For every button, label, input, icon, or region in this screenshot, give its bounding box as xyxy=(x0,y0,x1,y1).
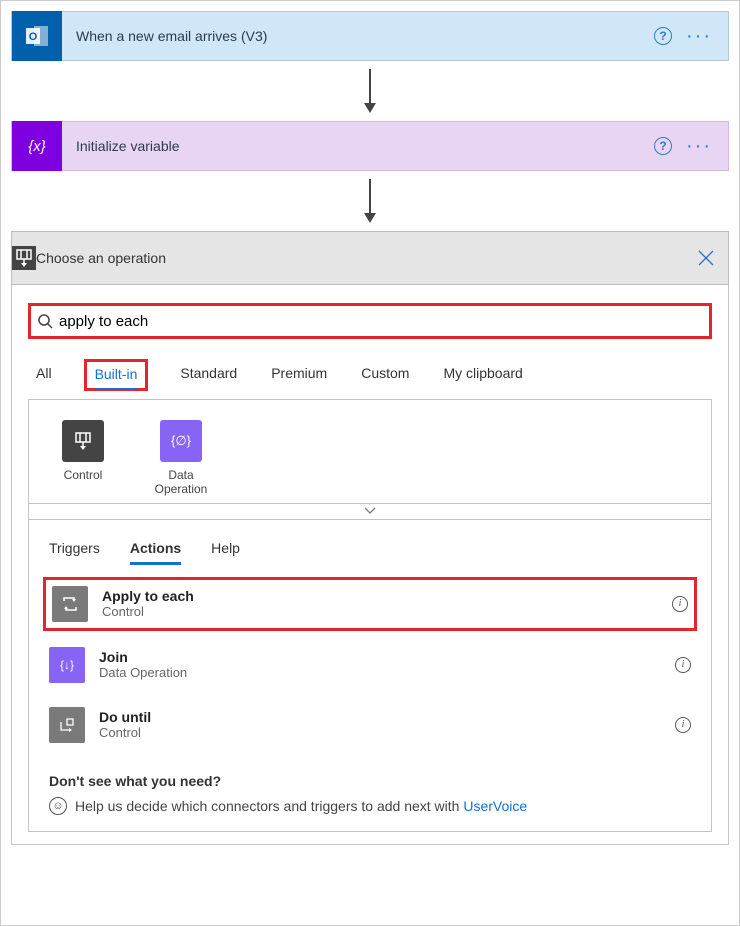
flow-step-initialize-variable[interactable]: {x} Initialize variable ? ··· xyxy=(11,121,729,171)
variable-icon: {x} xyxy=(12,121,62,171)
control-icon xyxy=(62,420,104,462)
do-until-icon xyxy=(49,707,85,743)
action-subtitle: Control xyxy=(99,725,151,740)
flow-step-email-trigger[interactable]: O When a new email arrives (V3) ? ··· xyxy=(11,11,729,61)
action-join[interactable]: {↓} Join Data Operation i xyxy=(49,645,691,685)
action-title: Do until xyxy=(99,709,151,725)
flow-arrow-icon xyxy=(11,69,729,113)
data-operation-icon: {∅} xyxy=(160,420,202,462)
tab-builtin-label: Built-in xyxy=(95,366,138,390)
close-icon[interactable] xyxy=(684,250,728,266)
outlook-icon: O xyxy=(12,11,62,61)
subtab-actions[interactable]: Actions xyxy=(130,540,181,565)
actions-panel: Triggers Actions Help Apply to each Cont… xyxy=(28,520,712,832)
connector-label: Control xyxy=(64,468,103,482)
choose-operation-title: Choose an operation xyxy=(36,250,166,266)
footer-help: Don't see what you need? ☺ Help us decid… xyxy=(49,773,691,815)
search-box[interactable] xyxy=(28,303,712,339)
tab-builtin[interactable]: Built-in xyxy=(84,359,149,391)
collapse-toggle[interactable] xyxy=(28,504,712,520)
info-icon[interactable]: i xyxy=(675,657,691,673)
step-title: When a new email arrives (V3) xyxy=(76,28,654,44)
category-tabs: All Built-in Standard Premium Custom My … xyxy=(34,359,712,391)
search-input[interactable] xyxy=(59,307,703,335)
action-apply-to-each[interactable]: Apply to each Control i xyxy=(43,577,697,631)
action-subtitle: Control xyxy=(102,604,194,619)
subtab-help[interactable]: Help xyxy=(211,540,240,565)
smile-icon: ☺ xyxy=(49,797,67,815)
action-list: Apply to each Control i {↓} Join Data Op… xyxy=(49,583,691,745)
connector-label: Data Operation xyxy=(151,468,211,497)
choose-operation-body: All Built-in Standard Premium Custom My … xyxy=(11,285,729,845)
subtab-triggers[interactable]: Triggers xyxy=(49,540,100,565)
footer-text: Help us decide which connectors and trig… xyxy=(75,798,463,814)
tab-standard[interactable]: Standard xyxy=(178,359,239,391)
svg-text:{x}: {x} xyxy=(28,138,46,155)
connector-data-operation[interactable]: {∅} Data Operation xyxy=(151,420,211,497)
connectors-panel: Control {∅} Data Operation xyxy=(28,399,712,504)
choose-operation-header: Choose an operation xyxy=(11,231,729,285)
action-title: Apply to each xyxy=(102,588,194,604)
help-icon[interactable]: ? xyxy=(654,27,672,45)
tab-clipboard[interactable]: My clipboard xyxy=(441,359,524,391)
uservoice-link[interactable]: UserVoice xyxy=(463,798,527,814)
chevron-down-icon xyxy=(364,507,376,515)
tab-all[interactable]: All xyxy=(34,359,54,391)
footer-heading: Don't see what you need? xyxy=(49,773,691,789)
action-title: Join xyxy=(99,649,187,665)
flow-arrow-icon xyxy=(11,179,729,223)
search-icon xyxy=(37,313,53,329)
svg-text:{∅}: {∅} xyxy=(171,433,192,448)
connector-control[interactable]: Control xyxy=(53,420,113,497)
action-do-until[interactable]: Do until Control i xyxy=(49,705,691,745)
more-menu-icon[interactable]: ··· xyxy=(686,26,712,46)
action-subtitle: Data Operation xyxy=(99,665,187,680)
help-icon[interactable]: ? xyxy=(654,137,672,155)
info-icon[interactable]: i xyxy=(672,596,688,612)
join-icon: {↓} xyxy=(49,647,85,683)
choose-operation-icon xyxy=(12,246,36,270)
tab-custom[interactable]: Custom xyxy=(359,359,411,391)
step-title: Initialize variable xyxy=(76,138,654,154)
tab-premium[interactable]: Premium xyxy=(269,359,329,391)
svg-text:O: O xyxy=(29,31,38,43)
more-menu-icon[interactable]: ··· xyxy=(686,136,712,156)
info-icon[interactable]: i xyxy=(675,717,691,733)
loop-icon xyxy=(52,586,88,622)
subtabs: Triggers Actions Help xyxy=(49,540,691,565)
svg-text:{↓}: {↓} xyxy=(60,658,74,672)
